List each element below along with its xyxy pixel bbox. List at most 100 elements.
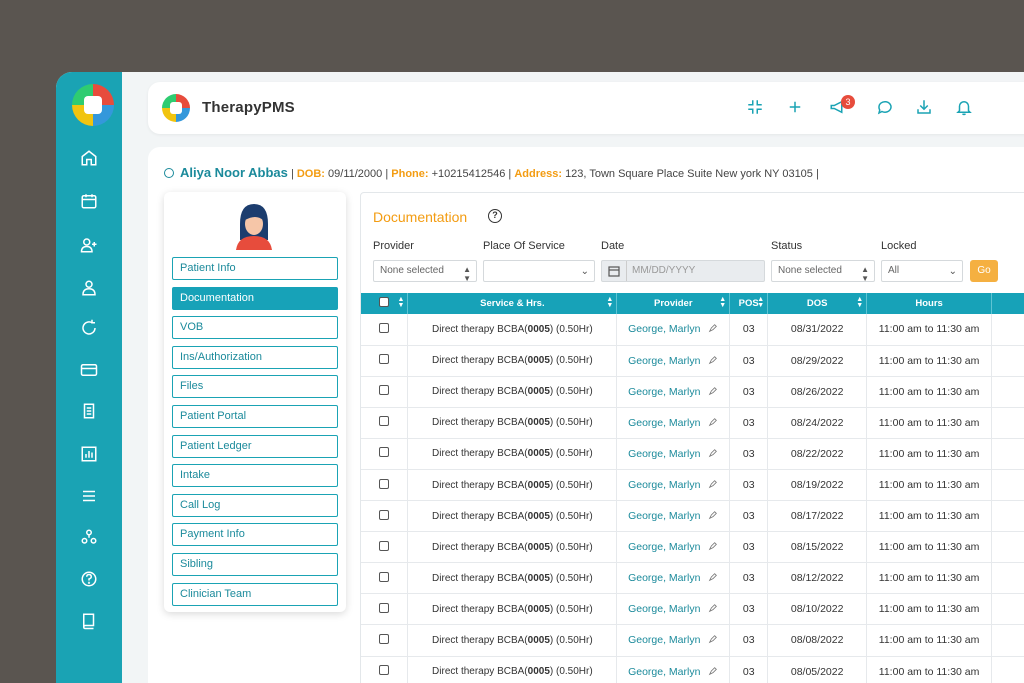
sort-icon[interactable]: ▲ ▼ (606, 296, 613, 309)
app-logo[interactable] (72, 84, 114, 126)
col-pos[interactable]: POS ▲ ▼ (729, 293, 769, 314)
billing-card-icon[interactable] (79, 360, 99, 380)
table-row[interactable]: Direct therapy BCBA(0005) (0.50Hr) George… (361, 469, 1024, 502)
table-row[interactable]: Direct therapy BCBA(0005) (0.50Hr) George… (361, 314, 1024, 346)
sort-icon[interactable]: ▲ ▼ (398, 296, 405, 309)
signature-pen-icon[interactable] (708, 510, 718, 520)
col-dos[interactable]: DOS ▲ ▼ (767, 293, 868, 314)
provider-link[interactable]: George, Marlyn (628, 448, 700, 460)
bell-icon[interactable] (955, 98, 975, 118)
signature-pen-icon[interactable] (708, 448, 718, 458)
signature-pen-icon[interactable] (708, 386, 718, 396)
table-row[interactable]: Direct therapy BCBA(0005) (0.50Hr) George… (361, 438, 1024, 470)
signature-pen-icon[interactable] (708, 603, 718, 613)
locked-select[interactable]: All ⌄ (881, 260, 963, 282)
row-checkbox[interactable] (379, 416, 390, 427)
signature-pen-icon[interactable] (708, 666, 718, 676)
menu-item-files[interactable]: Files (172, 375, 338, 399)
sort-icon[interactable]: ▲ ▼ (856, 296, 863, 309)
add-user-icon[interactable] (79, 235, 99, 255)
signature-pen-icon[interactable] (708, 572, 718, 582)
provider-select[interactable]: None selected ▲ ▼ (373, 260, 477, 283)
provider-link[interactable]: George, Marlyn (628, 572, 700, 584)
table-row[interactable]: Direct therapy BCBA(0005) (0.50Hr) George… (361, 345, 1024, 377)
table-row[interactable]: Direct therapy BCBA(0005) (0.50Hr) George… (361, 531, 1024, 564)
provider-link[interactable]: George, Marlyn (628, 355, 700, 367)
pos-select[interactable]: ⌄ (483, 260, 595, 282)
compress-icon[interactable] (746, 98, 766, 118)
select-all-header[interactable]: ▲ ▼ (361, 293, 409, 314)
expand-circle-icon[interactable] (164, 168, 174, 178)
client-icon[interactable] (79, 278, 99, 298)
menu-item-sibling[interactable]: Sibling (172, 553, 338, 576)
table-row[interactable]: Direct therapy BCBA(0005) (0.50Hr) George… (361, 562, 1024, 595)
status-select[interactable]: None selected ▲ ▼ (771, 260, 875, 283)
list-icon[interactable] (79, 486, 99, 506)
menu-item-patient-portal[interactable]: Patient Portal (172, 405, 338, 428)
table-row[interactable]: Direct therapy BCBA(0005) (0.50Hr) George… (361, 656, 1024, 683)
col-provider[interactable]: Provider ▲ ▼ (616, 293, 731, 314)
menu-item-patient-info[interactable]: Patient Info (172, 257, 338, 280)
menu-item-ins-authorization[interactable]: Ins/Authorization (172, 345, 338, 369)
row-checkbox[interactable] (379, 571, 390, 582)
report-chart-icon[interactable] (79, 444, 99, 464)
sort-icon[interactable]: ▲ ▼ (719, 296, 726, 309)
signature-pen-icon[interactable] (708, 417, 718, 427)
menu-item-patient-ledger[interactable]: Patient Ledger (172, 434, 338, 458)
home-icon[interactable] (79, 148, 99, 168)
sync-icon[interactable] (79, 318, 99, 338)
row-checkbox[interactable] (379, 540, 390, 551)
row-checkbox[interactable] (379, 354, 390, 365)
signature-pen-icon[interactable] (708, 541, 718, 551)
plus-icon[interactable] (786, 98, 806, 118)
menu-item-payment-info[interactable]: Payment Info (172, 523, 338, 547)
menu-item-documentation[interactable]: Documentation (172, 286, 338, 310)
table-row[interactable]: Direct therapy BCBA(0005) (0.50Hr) George… (361, 500, 1024, 533)
calendar-icon[interactable] (79, 191, 99, 211)
provider-link[interactable]: George, Marlyn (628, 417, 700, 429)
row-checkbox[interactable] (379, 602, 390, 613)
provider-link[interactable]: George, Marlyn (628, 386, 700, 398)
provider-link[interactable]: George, Marlyn (628, 666, 700, 678)
provider-link[interactable]: George, Marlyn (628, 479, 700, 491)
signature-pen-icon[interactable] (708, 479, 718, 489)
signature-pen-icon[interactable] (708, 355, 718, 365)
megaphone-icon[interactable]: 3 (829, 95, 855, 118)
provider-link[interactable]: George, Marlyn (628, 510, 700, 522)
menu-item-call-log[interactable]: Call Log (172, 493, 338, 517)
provider-link[interactable]: George, Marlyn (628, 323, 700, 335)
go-button[interactable]: Go (970, 260, 998, 282)
col-service[interactable]: Service & Hrs. ▲ ▼ (407, 293, 618, 314)
provider-link[interactable]: George, Marlyn (628, 603, 700, 615)
row-checkbox[interactable] (379, 665, 390, 676)
row-checkbox[interactable] (379, 509, 390, 520)
table-row[interactable]: Direct therapy BCBA(0005) (0.50Hr) George… (361, 593, 1024, 626)
team-icon[interactable] (79, 527, 99, 547)
menu-item-intake[interactable]: Intake (172, 464, 338, 488)
table-row[interactable]: Direct therapy BCBA(0005) (0.50Hr) George… (361, 624, 1024, 657)
row-checkbox[interactable] (379, 478, 390, 489)
menu-item-vob[interactable]: VOB (172, 316, 338, 340)
signature-pen-icon[interactable] (708, 634, 718, 644)
hours-cell: 11:00 am to 11:30 am (866, 345, 993, 377)
help-icon[interactable]: ? (488, 209, 502, 223)
menu-item-clinician-team[interactable]: Clinician Team (172, 582, 338, 606)
row-checkbox[interactable] (379, 322, 390, 333)
payroll-icon[interactable] (79, 401, 99, 421)
date-input[interactable]: MM/DD/YYYY (601, 260, 765, 282)
table-row[interactable]: Direct therapy BCBA(0005) (0.50Hr) George… (361, 376, 1024, 408)
provider-link[interactable]: George, Marlyn (628, 634, 700, 646)
table-row[interactable]: Direct therapy BCBA(0005) (0.50Hr) George… (361, 407, 1024, 439)
row-checkbox[interactable] (379, 385, 390, 396)
provider-link[interactable]: George, Marlyn (628, 541, 700, 553)
help-icon[interactable] (79, 569, 99, 589)
row-checkbox[interactable] (379, 633, 390, 644)
row-checkbox[interactable] (379, 447, 390, 458)
book-icon[interactable] (79, 611, 99, 631)
download-icon[interactable] (915, 98, 935, 118)
select-all-checkbox[interactable] (379, 297, 390, 307)
signature-pen-icon[interactable] (708, 323, 718, 333)
col-hours[interactable]: Hours (866, 293, 993, 314)
chat-icon[interactable] (876, 98, 896, 118)
sort-icon[interactable]: ▲ ▼ (757, 296, 764, 309)
